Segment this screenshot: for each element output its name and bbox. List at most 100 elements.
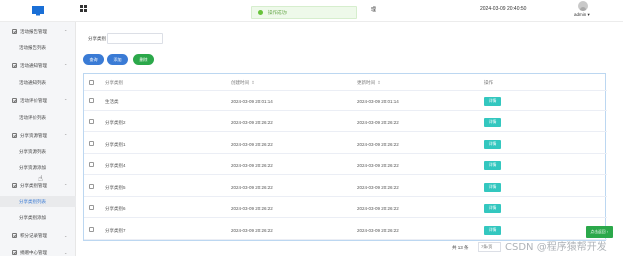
- sidebar-item-label: 分享类别管理: [20, 182, 47, 188]
- cell-name: 分享类别2: [105, 120, 126, 125]
- sidebar: 活动报告管理 ⌃ 活动报告列表 活动通知管理 ⌃ 活动通知列表 活动评价管理 ⌃…: [0, 22, 76, 256]
- cell-updated: 2024-03-09 20:26:22: [357, 206, 399, 211]
- cell-updated: 2024-03-09 20:26:22: [357, 185, 399, 190]
- sidebar-item-label: 活动评价管理: [20, 97, 47, 103]
- sidebar-item-label: 分享资源管理: [20, 132, 47, 138]
- menu-check-icon: [12, 183, 17, 188]
- chevron-up-icon: ⌃: [64, 183, 68, 188]
- chevron-down-icon: ⌄: [64, 233, 68, 238]
- monitor-icon: [32, 6, 44, 16]
- menu-check-icon: [12, 98, 17, 103]
- sidebar-item-share-resource-add[interactable]: 分享资源添加: [0, 162, 76, 173]
- page-size-select[interactable]: 7条/页: [478, 242, 501, 252]
- category-search-input[interactable]: [107, 33, 163, 44]
- table-row: 分享类别2 2024-03-09 20:26:22 2024-03-09 20:…: [84, 113, 607, 132]
- row-checkbox[interactable]: [89, 184, 94, 189]
- table-row: 分享类别1 2024-03-09 20:26:22 2024-03-09 20:…: [84, 135, 607, 154]
- back-to-top-button[interactable]: 点击返回 ↑: [586, 226, 613, 238]
- hand-cursor-icon: ☝: [38, 174, 43, 183]
- row-checkbox[interactable]: [89, 98, 94, 103]
- row-checkbox[interactable]: [89, 227, 94, 232]
- detail-button[interactable]: 详情: [484, 226, 501, 235]
- sidebar-item-activity-review[interactable]: 活动评价管理 ⌃: [0, 95, 76, 106]
- chevron-up-icon: ⌃: [64, 98, 68, 103]
- table-row: 分享类别4 2024-03-09 20:26:22 2024-03-09 20:…: [84, 156, 607, 175]
- row-checkbox[interactable]: [89, 141, 94, 146]
- cell-updated: 2024-03-09 20:01:14: [357, 99, 399, 104]
- chevron-up-icon: ⌃: [64, 133, 68, 138]
- menu-check-icon: [12, 133, 17, 138]
- table-row: 分享类别5 2024-03-09 20:26:22 2024-03-09 20:…: [84, 178, 607, 197]
- cell-name: 分享类别1: [105, 142, 126, 147]
- sidebar-item-label: 活动通知管理: [20, 62, 47, 68]
- sort-icon: ⇕: [251, 80, 255, 85]
- watermark: CSDN @程序猿帮开发: [505, 242, 607, 253]
- row-checkbox[interactable]: [89, 119, 94, 124]
- sidebar-item-activity-review-list[interactable]: 活动评价列表: [0, 112, 76, 123]
- sidebar-item-label: 积分记录管理: [20, 232, 47, 238]
- sidebar-item-share-category-list[interactable]: 分享类别列表: [0, 196, 76, 207]
- table-header: 分享类别 创建时间 ⇕ 更新时间 ⇕ 操作: [84, 74, 607, 91]
- avatar[interactable]: [578, 1, 588, 11]
- detail-button[interactable]: 详情: [484, 161, 501, 170]
- sidebar-item-share-resource[interactable]: 分享资源管理 ⌃: [0, 130, 76, 141]
- success-toast: 操作成功!: [251, 6, 357, 19]
- sidebar-item-activity-notice[interactable]: 活动通知管理 ⌃: [0, 60, 76, 71]
- menu-check-icon: [12, 63, 17, 68]
- sidebar-item-activity-report-list[interactable]: 活动报告列表: [0, 42, 76, 53]
- user-menu[interactable]: admin ▾: [574, 12, 590, 18]
- sidebar-item-points[interactable]: 积分记录管理 ⌄: [0, 230, 76, 241]
- sidebar-item-label: 活动报告管理: [20, 28, 47, 34]
- menu-check-icon: [12, 233, 17, 238]
- search-label: 分享类别: [88, 36, 106, 41]
- cell-created: 2024-03-09 20:26:22: [231, 120, 273, 125]
- chevron-up-icon: ⌃: [64, 29, 68, 34]
- row-checkbox[interactable]: [89, 162, 94, 167]
- sidebar-item-donation[interactable]: 捐赠中心管理 ⌄: [0, 247, 76, 256]
- success-icon: [258, 10, 263, 15]
- logo: [0, 0, 76, 22]
- cell-created: 2024-03-09 20:26:22: [231, 206, 273, 211]
- cell-updated: 2024-03-09 20:26:22: [357, 142, 399, 147]
- cell-updated: 2024-03-09 20:26:22: [357, 228, 399, 233]
- detail-button[interactable]: 详情: [484, 204, 501, 213]
- detail-button[interactable]: 详情: [484, 140, 501, 149]
- top-bar: 操作成功! 理 2024-03-09 20:40:50 admin ▾: [0, 0, 623, 22]
- detail-button[interactable]: 详情: [484, 118, 501, 127]
- delete-button[interactable]: 删除: [133, 54, 154, 65]
- cell-created: 2024-03-09 20:26:22: [231, 163, 273, 168]
- detail-button[interactable]: 详情: [484, 97, 501, 106]
- column-header-created[interactable]: 创建时间 ⇕: [231, 80, 255, 86]
- detail-button[interactable]: 详情: [484, 183, 501, 192]
- column-header-updated[interactable]: 更新时间 ⇕: [357, 80, 381, 86]
- select-all-checkbox[interactable]: [89, 80, 94, 85]
- cell-created: 2024-03-09 20:26:22: [231, 228, 273, 233]
- table-row: 生活类 2024-03-09 20:01:14 2024-03-09 20:01…: [84, 92, 607, 111]
- sidebar-item-label: 捐赠中心管理: [20, 249, 47, 255]
- toast-message: 操作成功!: [268, 9, 288, 15]
- column-header-op: 操作: [484, 80, 493, 85]
- menu-check-icon: [12, 250, 17, 255]
- cell-created: 2024-03-09 20:26:22: [231, 185, 273, 190]
- pagination-total: 共 13 条: [452, 245, 469, 250]
- sidebar-item-share-resource-list[interactable]: 分享资源列表: [0, 146, 76, 157]
- search-button[interactable]: 查询: [83, 54, 104, 65]
- sidebar-item-activity-report[interactable]: 活动报告管理 ⌃: [0, 26, 76, 37]
- sidebar-item-share-category-add[interactable]: 分享类别添加: [0, 212, 76, 223]
- add-button[interactable]: 添加: [107, 54, 128, 65]
- cell-name: 分享类别6: [105, 206, 126, 211]
- grid-menu-icon[interactable]: [80, 5, 87, 12]
- current-datetime: 2024-03-09 20:40:50: [480, 6, 527, 12]
- row-checkbox[interactable]: [89, 205, 94, 210]
- category-table: 分享类别 创建时间 ⇕ 更新时间 ⇕ 操作 生活类 2024-03-09 20:01…: [83, 73, 607, 241]
- sort-icon: ⇕: [377, 80, 381, 85]
- system-title: 理: [371, 7, 377, 13]
- cell-created: 2024-03-09 20:01:14: [231, 99, 273, 104]
- table-row: 分享类别6 2024-03-09 20:26:22 2024-03-09 20:…: [84, 199, 607, 218]
- chevron-down-icon: ⌄: [64, 250, 68, 255]
- cell-updated: 2024-03-09 20:26:22: [357, 163, 399, 168]
- cell-name: 分享类别7: [105, 228, 126, 233]
- cell-name: 分享类别5: [105, 185, 126, 190]
- menu-check-icon: [12, 29, 17, 34]
- sidebar-item-activity-notice-list[interactable]: 活动通知列表: [0, 77, 76, 88]
